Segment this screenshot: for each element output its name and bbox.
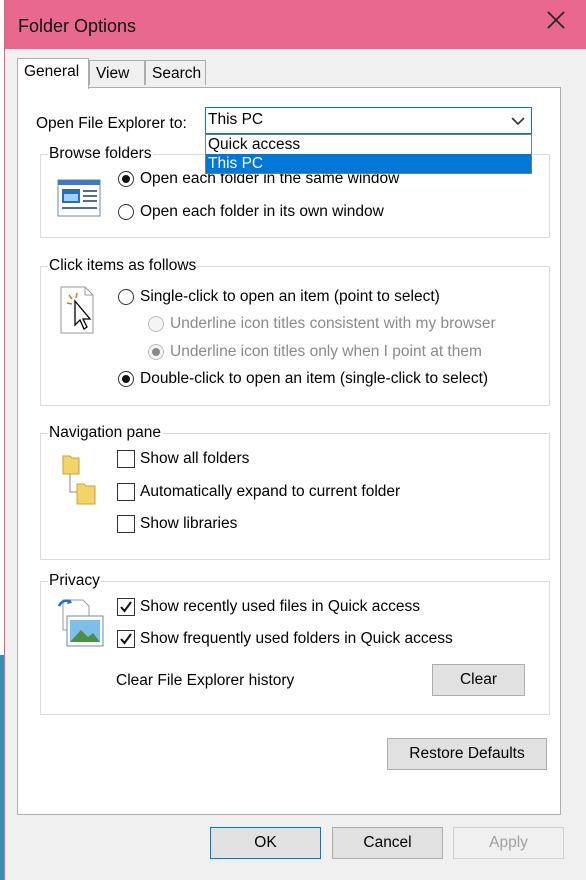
title-bar[interactable]: Folder Options: [5, 0, 586, 49]
browse-folders-title: Browse folders: [48, 145, 153, 163]
open-explorer-label: Open File Explorer to:: [36, 115, 187, 132]
close-icon: [547, 11, 565, 29]
double-click-label[interactable]: Double-click to open an item (single-cli…: [140, 370, 488, 388]
recent-files-label[interactable]: Show recently used files in Quick access: [140, 598, 420, 616]
navigation-pane-title: Navigation pane: [48, 424, 163, 442]
same-window-radio[interactable]: [118, 171, 134, 187]
underline-browser-radio: [148, 316, 164, 332]
show-all-folders-label[interactable]: Show all folders: [140, 450, 249, 468]
underline-browser-label: Underline icon titles consistent with my…: [170, 315, 496, 332]
open-explorer-value: This PC: [208, 111, 264, 128]
frequent-folders-label[interactable]: Show frequently used folders in Quick ac…: [140, 630, 453, 648]
single-click-label[interactable]: Single-click to open an item (point to s…: [140, 288, 440, 306]
frequent-folders-checkbox[interactable]: [117, 630, 135, 648]
auto-expand-checkbox[interactable]: [117, 483, 135, 501]
underline-point-label: Underline icon titles only when I point …: [170, 343, 482, 360]
show-all-folders-checkbox[interactable]: [117, 450, 135, 468]
cancel-button[interactable]: Cancel: [332, 827, 443, 859]
open-explorer-dropdown: Quick access This PC: [205, 134, 532, 174]
show-libraries-checkbox[interactable]: [117, 515, 135, 533]
click-items-group: Click items as follows Single-click to o…: [40, 257, 550, 406]
show-libraries-label[interactable]: Show libraries: [140, 515, 237, 533]
chevron-down-icon: [511, 117, 525, 126]
dropdown-option-quick-access[interactable]: Quick access: [206, 135, 531, 154]
single-click-radio[interactable]: [118, 289, 134, 305]
close-button[interactable]: [544, 8, 568, 32]
tab-general[interactable]: General: [17, 58, 89, 89]
ok-button[interactable]: OK: [210, 827, 321, 859]
double-click-radio[interactable]: [118, 371, 134, 387]
recent-files-checkbox[interactable]: [117, 598, 135, 616]
open-explorer-select[interactable]: This PC: [205, 107, 532, 134]
auto-expand-label[interactable]: Automatically expand to current folder: [140, 483, 400, 501]
restore-defaults-button[interactable]: Restore Defaults: [387, 738, 547, 770]
checkmark-icon: [120, 601, 132, 613]
own-window-label[interactable]: Open each folder in its own window: [140, 203, 384, 221]
clear-history-label: Clear File Explorer history: [116, 672, 295, 689]
privacy-title: Privacy: [48, 572, 101, 590]
dropdown-option-this-pc[interactable]: This PC: [206, 154, 531, 173]
clear-button[interactable]: Clear: [432, 664, 525, 696]
checkmark-icon: [120, 633, 132, 645]
folder-options-dialog: Folder Options General View Search Open …: [4, 0, 586, 880]
underline-point-radio: [148, 344, 164, 360]
window-title: Folder Options: [18, 16, 137, 36]
recent-files-icon: [57, 599, 104, 647]
general-tab-panel: Open File Explorer to: Browse folders Op…: [17, 87, 561, 815]
tab-view[interactable]: View: [89, 60, 145, 85]
navigation-pane-group: Navigation pane Show all folders Automat…: [40, 424, 550, 560]
own-window-radio[interactable]: [118, 204, 134, 220]
privacy-group: Privacy Show recently used files in Quic…: [40, 572, 550, 715]
apply-button[interactable]: Apply: [453, 827, 564, 859]
pointer-click-icon: [60, 286, 94, 334]
window-layout-icon: [57, 179, 101, 217]
tab-search[interactable]: Search: [145, 60, 206, 85]
click-items-title: Click items as follows: [48, 257, 198, 275]
folder-tree-icon: [62, 455, 96, 505]
